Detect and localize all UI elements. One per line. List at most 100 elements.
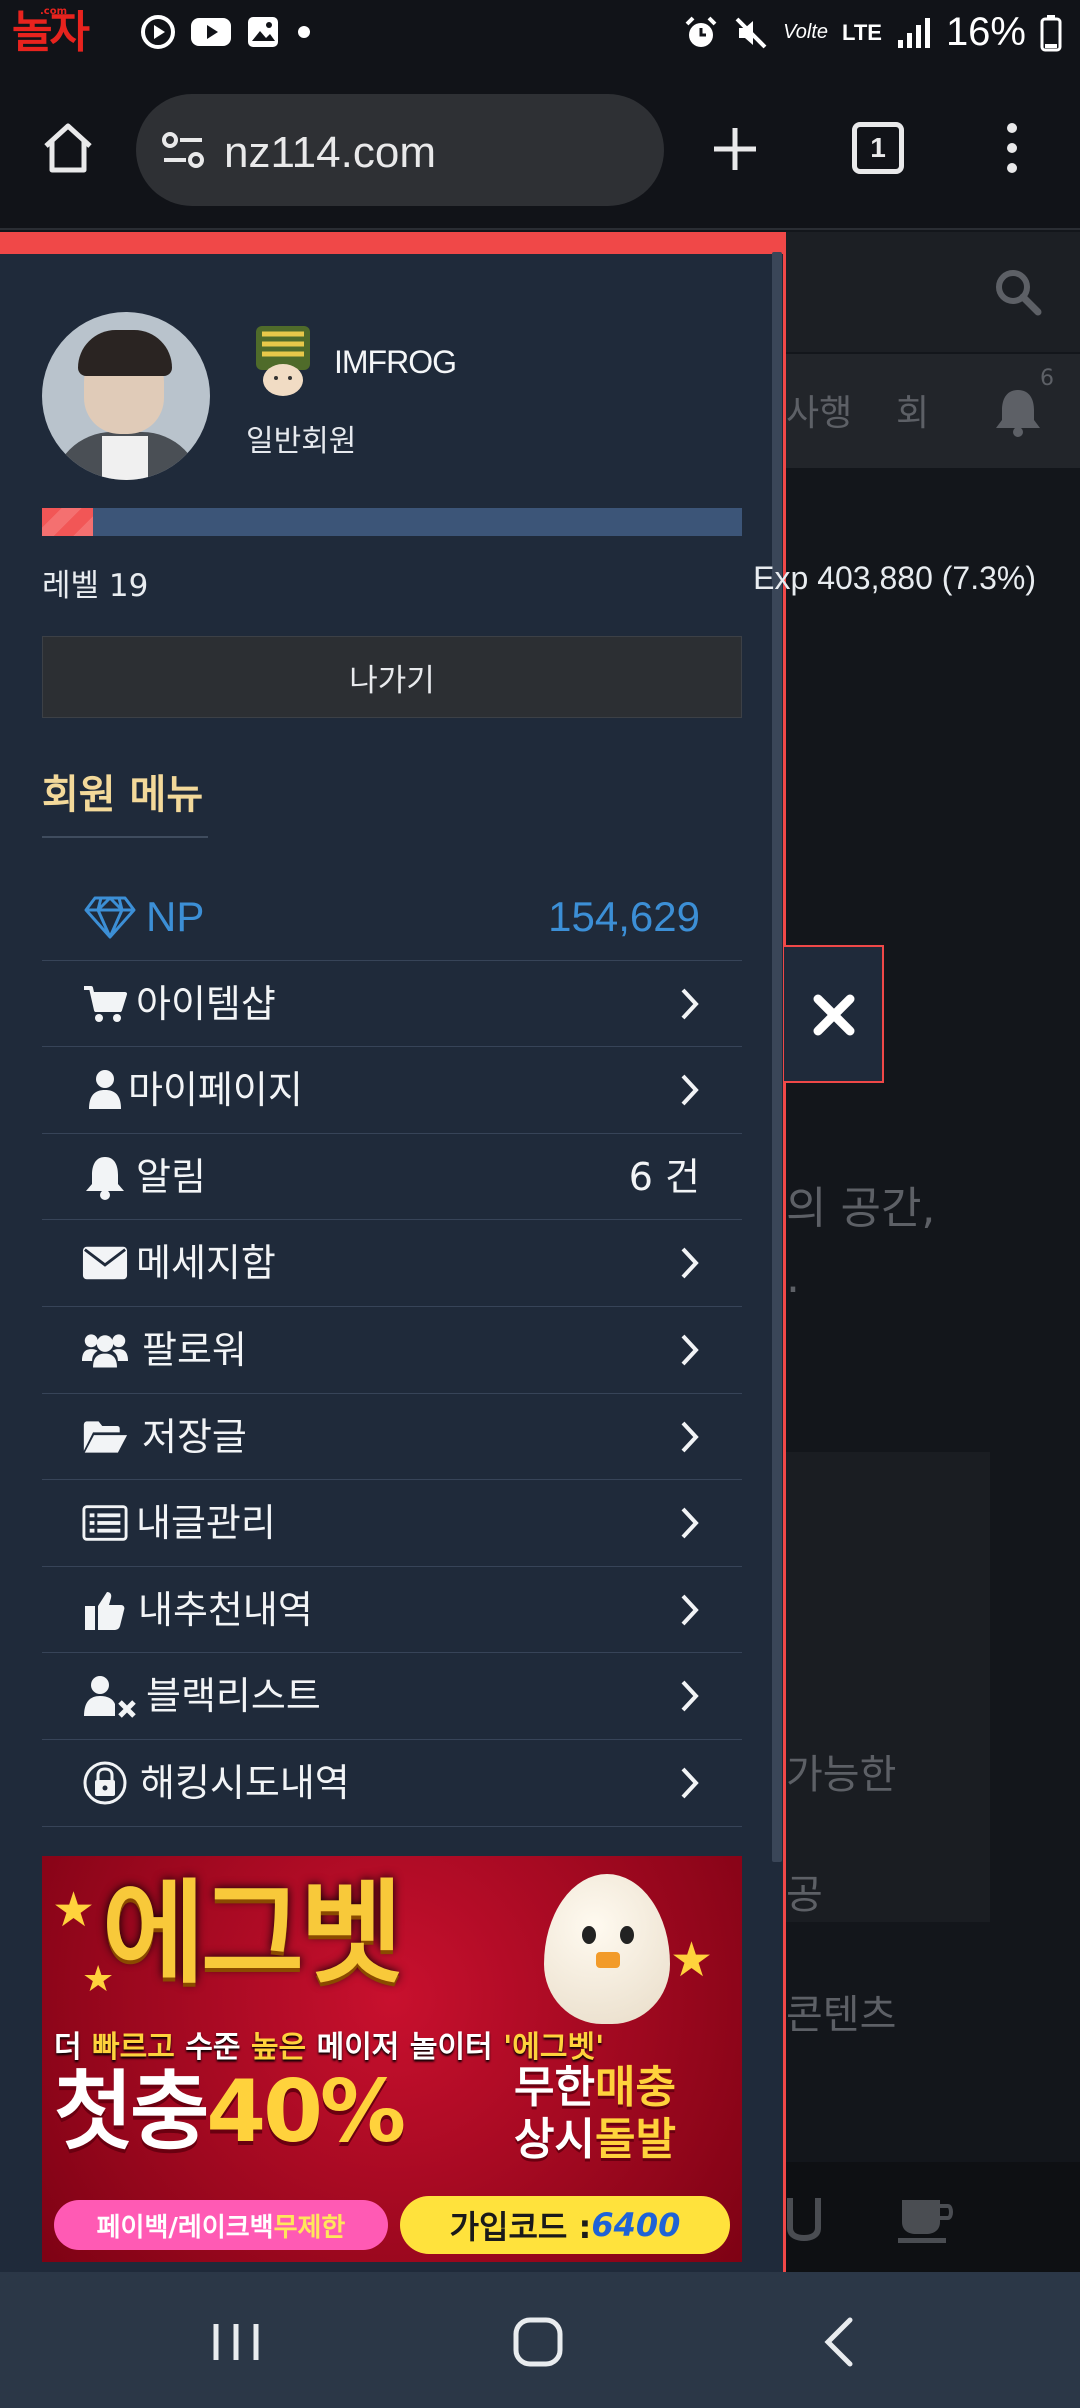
menu-item-saved-posts[interactable]: 저장글	[42, 1394, 742, 1481]
browser-toolbar: nz114.com 1	[0, 70, 1080, 230]
bell-icon	[996, 390, 1040, 437]
avatar[interactable]	[42, 312, 210, 480]
drawer-scrollbar[interactable]	[772, 252, 782, 1862]
menu-item-hacking-attempts[interactable]: 해킹시도내역	[42, 1740, 742, 1827]
close-icon	[813, 994, 855, 1036]
bg-notif-count: 6	[1040, 366, 1054, 391]
ad-payback-pill: 페이백/레이크백 무제한	[54, 2200, 388, 2250]
menu-item-label: NP	[146, 893, 205, 940]
home-nav-icon[interactable]	[512, 2316, 564, 2368]
volte-text: Volte	[783, 21, 829, 43]
menu-item-my-posts[interactable]: 내글관리	[42, 1480, 742, 1567]
battery-icon	[1040, 14, 1062, 51]
user-icon	[82, 1067, 128, 1113]
chevron-right-icon	[681, 1074, 699, 1106]
bg-nav-text-2: 회	[896, 393, 930, 434]
menu-item-label: 내글관리	[136, 1501, 276, 1546]
dot-icon	[298, 26, 310, 38]
username: IMFROG	[334, 344, 457, 380]
chevron-right-icon	[681, 1334, 699, 1366]
lock-icon	[82, 1760, 128, 1806]
youtube-icon	[191, 18, 231, 46]
app-logo-notification: .com 놀자	[12, 6, 136, 58]
home-icon[interactable]	[40, 120, 96, 176]
rank-badge-icon	[256, 326, 310, 396]
chevron-right-icon	[681, 1421, 699, 1452]
list-alt-icon	[82, 1500, 128, 1546]
bg-nav-text-1: 사행	[786, 393, 853, 434]
back-icon[interactable]	[820, 2316, 860, 2368]
bg-content-box	[786, 1452, 990, 1922]
menu-item-label: 메세지함	[136, 1241, 276, 1286]
logout-button[interactable]: 나가기	[42, 636, 742, 718]
folder-open-icon	[82, 1414, 128, 1460]
menu-item-blacklist[interactable]: 블랙리스트	[42, 1653, 742, 1740]
chevron-right-icon	[681, 1248, 699, 1279]
diamond-icon	[82, 894, 138, 940]
divider	[42, 836, 208, 838]
chevron-right-icon	[681, 1507, 699, 1539]
more-menu-icon[interactable]	[1000, 120, 1024, 176]
star-decoration: ★	[670, 1932, 714, 1988]
bg-box-line-1: 가능한	[786, 1752, 897, 1798]
ad-side-text: 무한매충 상시돌발	[514, 2062, 676, 2165]
search-icon	[996, 270, 1042, 316]
menu-item-label: 팔로워	[142, 1327, 247, 1372]
cart-icon	[82, 981, 128, 1027]
address-bar[interactable]: nz114.com	[136, 94, 664, 206]
system-nav-bar	[0, 2272, 1080, 2408]
coffee-icon	[898, 2200, 953, 2243]
new-tab-icon[interactable]	[710, 124, 760, 174]
star-decoration: ★	[52, 1882, 96, 1938]
thumbs-up-icon	[82, 1587, 128, 1633]
bg-footer-bar	[786, 2162, 1080, 2274]
close-drawer-button[interactable]	[784, 945, 884, 1083]
site-settings-icon[interactable]	[160, 128, 206, 174]
chevron-right-icon	[681, 1594, 699, 1626]
bg-body-line-1: 의 공간,	[786, 1183, 936, 1234]
battery-percent: 16%	[945, 10, 1026, 54]
system-icons: Volte LTE 16%	[683, 10, 1062, 55]
menu-item-my-page[interactable]: 마이페이지	[42, 1047, 742, 1134]
bg-box-line-3: 콘텐츠	[786, 1992, 897, 2038]
alarm-icon	[685, 16, 717, 47]
menu-item-label: 마이페이지	[128, 1068, 303, 1113]
status-bar: .com 놀자 Volte LTE 16%	[0, 0, 1080, 70]
np-value: 154,629	[548, 893, 700, 940]
exp-progress-fill	[42, 508, 94, 536]
logout-label: 나가기	[349, 662, 435, 699]
user-block-icon	[82, 1673, 138, 1719]
tab-count: 1	[870, 132, 886, 163]
exp-progress-bar	[42, 508, 742, 536]
recents-icon[interactable]	[206, 2320, 266, 2364]
exp-text: Exp 403,880 (7.3%)	[753, 560, 1036, 596]
menu-item-followers[interactable]: 팔로워	[42, 1307, 742, 1394]
network-type-text: LTE	[842, 19, 882, 45]
menu-item-np[interactable]: NP 154,629	[42, 874, 742, 961]
member-menu: NP 154,629 아이템샵 마이페이지 알림 6 건 메세지함 팔로워 저장…	[42, 874, 742, 1827]
ad-banner[interactable]: ★ ★ ★ 에그벳 더 빠르고 수준 높은 메이저 놀이터 '에그벳' 첫충40…	[42, 1856, 742, 2262]
menu-item-item-shop[interactable]: 아이템샵	[42, 961, 742, 1048]
bg-footer-icon	[787, 2198, 821, 2242]
menu-item-notifications[interactable]: 알림 6 건	[42, 1134, 742, 1221]
egg-mascot	[544, 1874, 670, 2024]
url-text: nz114.com	[224, 128, 436, 177]
member-menu-title: 회원 메뉴	[42, 772, 204, 818]
ad-code-pill: 가입코드 : 6400	[400, 2196, 730, 2254]
gallery-icon	[248, 17, 278, 47]
chevron-right-icon	[681, 988, 699, 1019]
tab-switcher-button[interactable]: 1	[852, 122, 904, 174]
ad-tagline: 더 빠르고 수준 높은 메이저 놀이터 '에그벳'	[54, 2030, 605, 2065]
envelope-icon	[82, 1240, 128, 1286]
bg-nav: 사행 회 6	[786, 354, 1080, 468]
notification-icons	[140, 14, 314, 50]
menu-item-my-recommendations[interactable]: 내추천내역	[42, 1567, 742, 1654]
menu-item-messages[interactable]: 메세지함	[42, 1220, 742, 1307]
play-circle-icon	[141, 15, 175, 49]
menu-item-label: 알림	[136, 1154, 206, 1199]
signal-icon	[897, 17, 930, 48]
chevron-right-icon	[681, 1680, 699, 1712]
bg-body-line-2: .	[786, 1252, 800, 1303]
mute-icon	[735, 17, 767, 48]
menu-item-label: 내추천내역	[138, 1587, 313, 1632]
